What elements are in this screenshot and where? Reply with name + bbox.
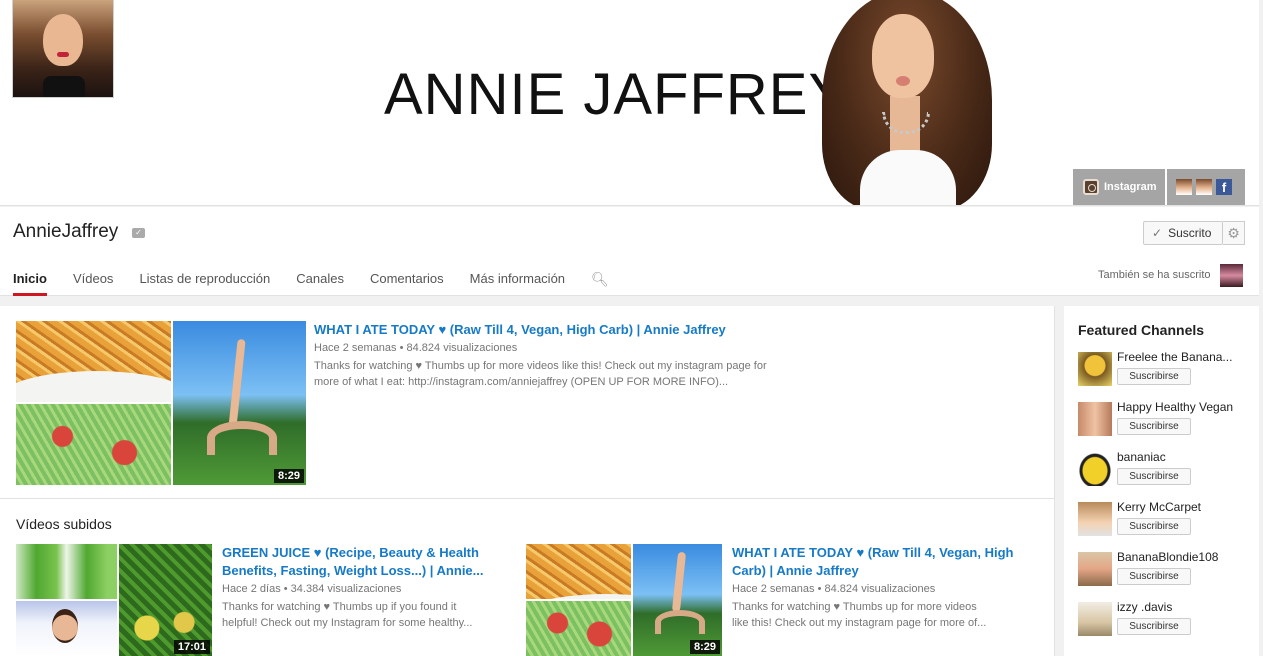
featured-video-info: WHAT I ATE TODAY ♥ (Raw Till 4, Vegan, H… [314, 321, 814, 390]
featured-channel-item: izzy .davis Suscribirse [1078, 600, 1258, 648]
channel-name[interactable]: Kerry McCarpet [1117, 500, 1245, 514]
featured-video-title[interactable]: WHAT I ATE TODAY ♥ (Raw Till 4, Vegan, H… [314, 321, 814, 339]
featured-channel-item: Freelee the Banana... Suscribirse [1078, 350, 1258, 398]
video-description: Thanks for watching ♥ Thumbs up if you f… [222, 601, 473, 629]
video-title[interactable]: GREEN JUICE ♥ (Recipe, Beauty & Health B… [222, 544, 502, 580]
tab-comments[interactable]: Comentarios [357, 261, 457, 296]
check-icon: ✓ [1152, 226, 1163, 240]
tab-channels[interactable]: Canales [283, 261, 357, 296]
channel-name[interactable]: AnnieJaffrey [13, 221, 118, 243]
featured-channel-item: BananaBlondie108 Suscribirse [1078, 550, 1258, 598]
video-duration: 17:01 [173, 640, 210, 654]
instagram-link[interactable]: Instagram [1073, 169, 1165, 205]
channel-avatar[interactable] [1078, 552, 1112, 586]
thumb-fries [16, 321, 171, 402]
thumb-salad [526, 601, 631, 656]
thumb-juice [16, 544, 117, 599]
channel-header: AnnieJaffrey ✓ ✓ Suscrito ⚙ Inicio Vídeo… [0, 207, 1259, 296]
channel-name[interactable]: izzy .davis [1117, 600, 1245, 614]
channel-avatar[interactable] [1078, 352, 1112, 386]
tab-videos[interactable]: Vídeos [60, 261, 126, 296]
channel-avatar[interactable] [1078, 452, 1112, 486]
video-meta: Hace 2 semanas • 84.824 visualizaciones [314, 342, 518, 354]
channel-link-2-icon[interactable] [1196, 179, 1212, 195]
thumb-kale: 17:01 [119, 544, 212, 656]
thumb-yoga: 8:29 [173, 321, 306, 485]
channel-name[interactable]: BananaBlondie108 [1117, 550, 1245, 564]
channel-name[interactable]: Happy Healthy Vegan [1117, 400, 1245, 414]
social-links: f [1167, 169, 1245, 205]
channel-link-1-icon[interactable] [1176, 179, 1192, 195]
video-thumbnail[interactable]: 17:01 [16, 544, 212, 656]
uploads-section-title[interactable]: Vídeos subidos [16, 516, 112, 532]
search-icon[interactable]: 🔍︎ [578, 261, 622, 296]
banner-photo [812, 0, 998, 205]
subscribe-button[interactable]: Suscribirse [1117, 468, 1191, 485]
thumb-yoga: 8:29 [633, 544, 722, 656]
subscribed-button[interactable]: ✓ Suscrito [1143, 221, 1223, 245]
verified-icon: ✓ [132, 228, 145, 238]
channel-avatar[interactable] [1078, 602, 1112, 636]
subscribe-button[interactable]: Suscribirse [1117, 368, 1191, 385]
channel-name[interactable]: Freelee the Banana... [1117, 350, 1245, 364]
video-thumbnail[interactable]: 8:29 [526, 544, 722, 656]
featured-channels-sidebar: Featured Channels Freelee the Banana... … [1064, 306, 1259, 656]
channel-avatar[interactable] [1078, 402, 1112, 436]
subscribe-button[interactable]: Suscribirse [1117, 568, 1191, 585]
video-description: Thanks for watching ♥ Thumbs up for more… [732, 601, 987, 629]
video-views: 84.824 visualizaciones [406, 342, 518, 354]
featured-video-thumbnail[interactable]: 8:29 [16, 321, 306, 485]
tab-inicio[interactable]: Inicio [0, 261, 60, 296]
tab-about[interactable]: Más información [457, 261, 578, 296]
featured-channel-item: Kerry McCarpet Suscribirse [1078, 500, 1258, 548]
featured-channel-item: bananiac Suscribirse [1078, 450, 1258, 498]
subscribe-button[interactable]: Suscribirse [1117, 418, 1191, 435]
video-title[interactable]: WHAT I ATE TODAY ♥ (Raw Till 4, Vegan, H… [732, 544, 1032, 580]
video-info: GREEN JUICE ♥ (Recipe, Beauty & Health B… [222, 544, 502, 631]
video-description: Thanks for watching ♥ Thumbs up for more… [314, 360, 767, 388]
thumb-salad [16, 404, 171, 485]
channel-avatar[interactable] [1078, 502, 1112, 536]
banner-title: ANNIE JAFFREY [384, 62, 849, 127]
instagram-link-label: Instagram [1104, 181, 1157, 193]
thumb-fries [526, 544, 631, 599]
video-info: WHAT I ATE TODAY ♥ (Raw Till 4, Vegan, H… [732, 544, 1032, 631]
featured-channel-item: Happy Healthy Vegan Suscribirse [1078, 400, 1258, 448]
channel-banner: ANNIE JAFFREY Instagram f [0, 0, 1259, 206]
subscribe-button[interactable]: Suscribirse [1117, 518, 1191, 535]
video-duration: 8:29 [273, 469, 304, 483]
video-duration: 8:29 [689, 640, 720, 654]
channel-tabs: Inicio Vídeos Listas de reproducción Can… [0, 261, 622, 296]
subscription-settings-gear-icon[interactable]: ⚙ [1223, 221, 1245, 245]
tab-playlists[interactable]: Listas de reproducción [126, 261, 283, 296]
video-meta: Hace 2 días • 34.384 visualizaciones [222, 583, 402, 595]
subscribe-button[interactable]: Suscribirse [1117, 618, 1191, 635]
featured-channels-title: Featured Channels [1078, 322, 1205, 338]
facebook-icon[interactable]: f [1216, 179, 1232, 195]
channel-name[interactable]: bananiac [1117, 450, 1245, 464]
section-divider [0, 498, 1054, 499]
video-meta: Hace 2 semanas • 84.824 visualizaciones [732, 583, 936, 595]
also-subscribed-avatar[interactable] [1220, 264, 1243, 287]
thumb-girl [16, 601, 117, 656]
video-age: Hace 2 semanas [314, 342, 397, 354]
subscribed-label: Suscrito [1168, 226, 1212, 240]
main-content: 8:29 WHAT I ATE TODAY ♥ (Raw Till 4, Veg… [0, 306, 1055, 656]
also-subscribed-label: También se ha suscrito [1098, 269, 1211, 281]
instagram-icon [1083, 179, 1099, 195]
channel-avatar[interactable] [12, 0, 114, 98]
